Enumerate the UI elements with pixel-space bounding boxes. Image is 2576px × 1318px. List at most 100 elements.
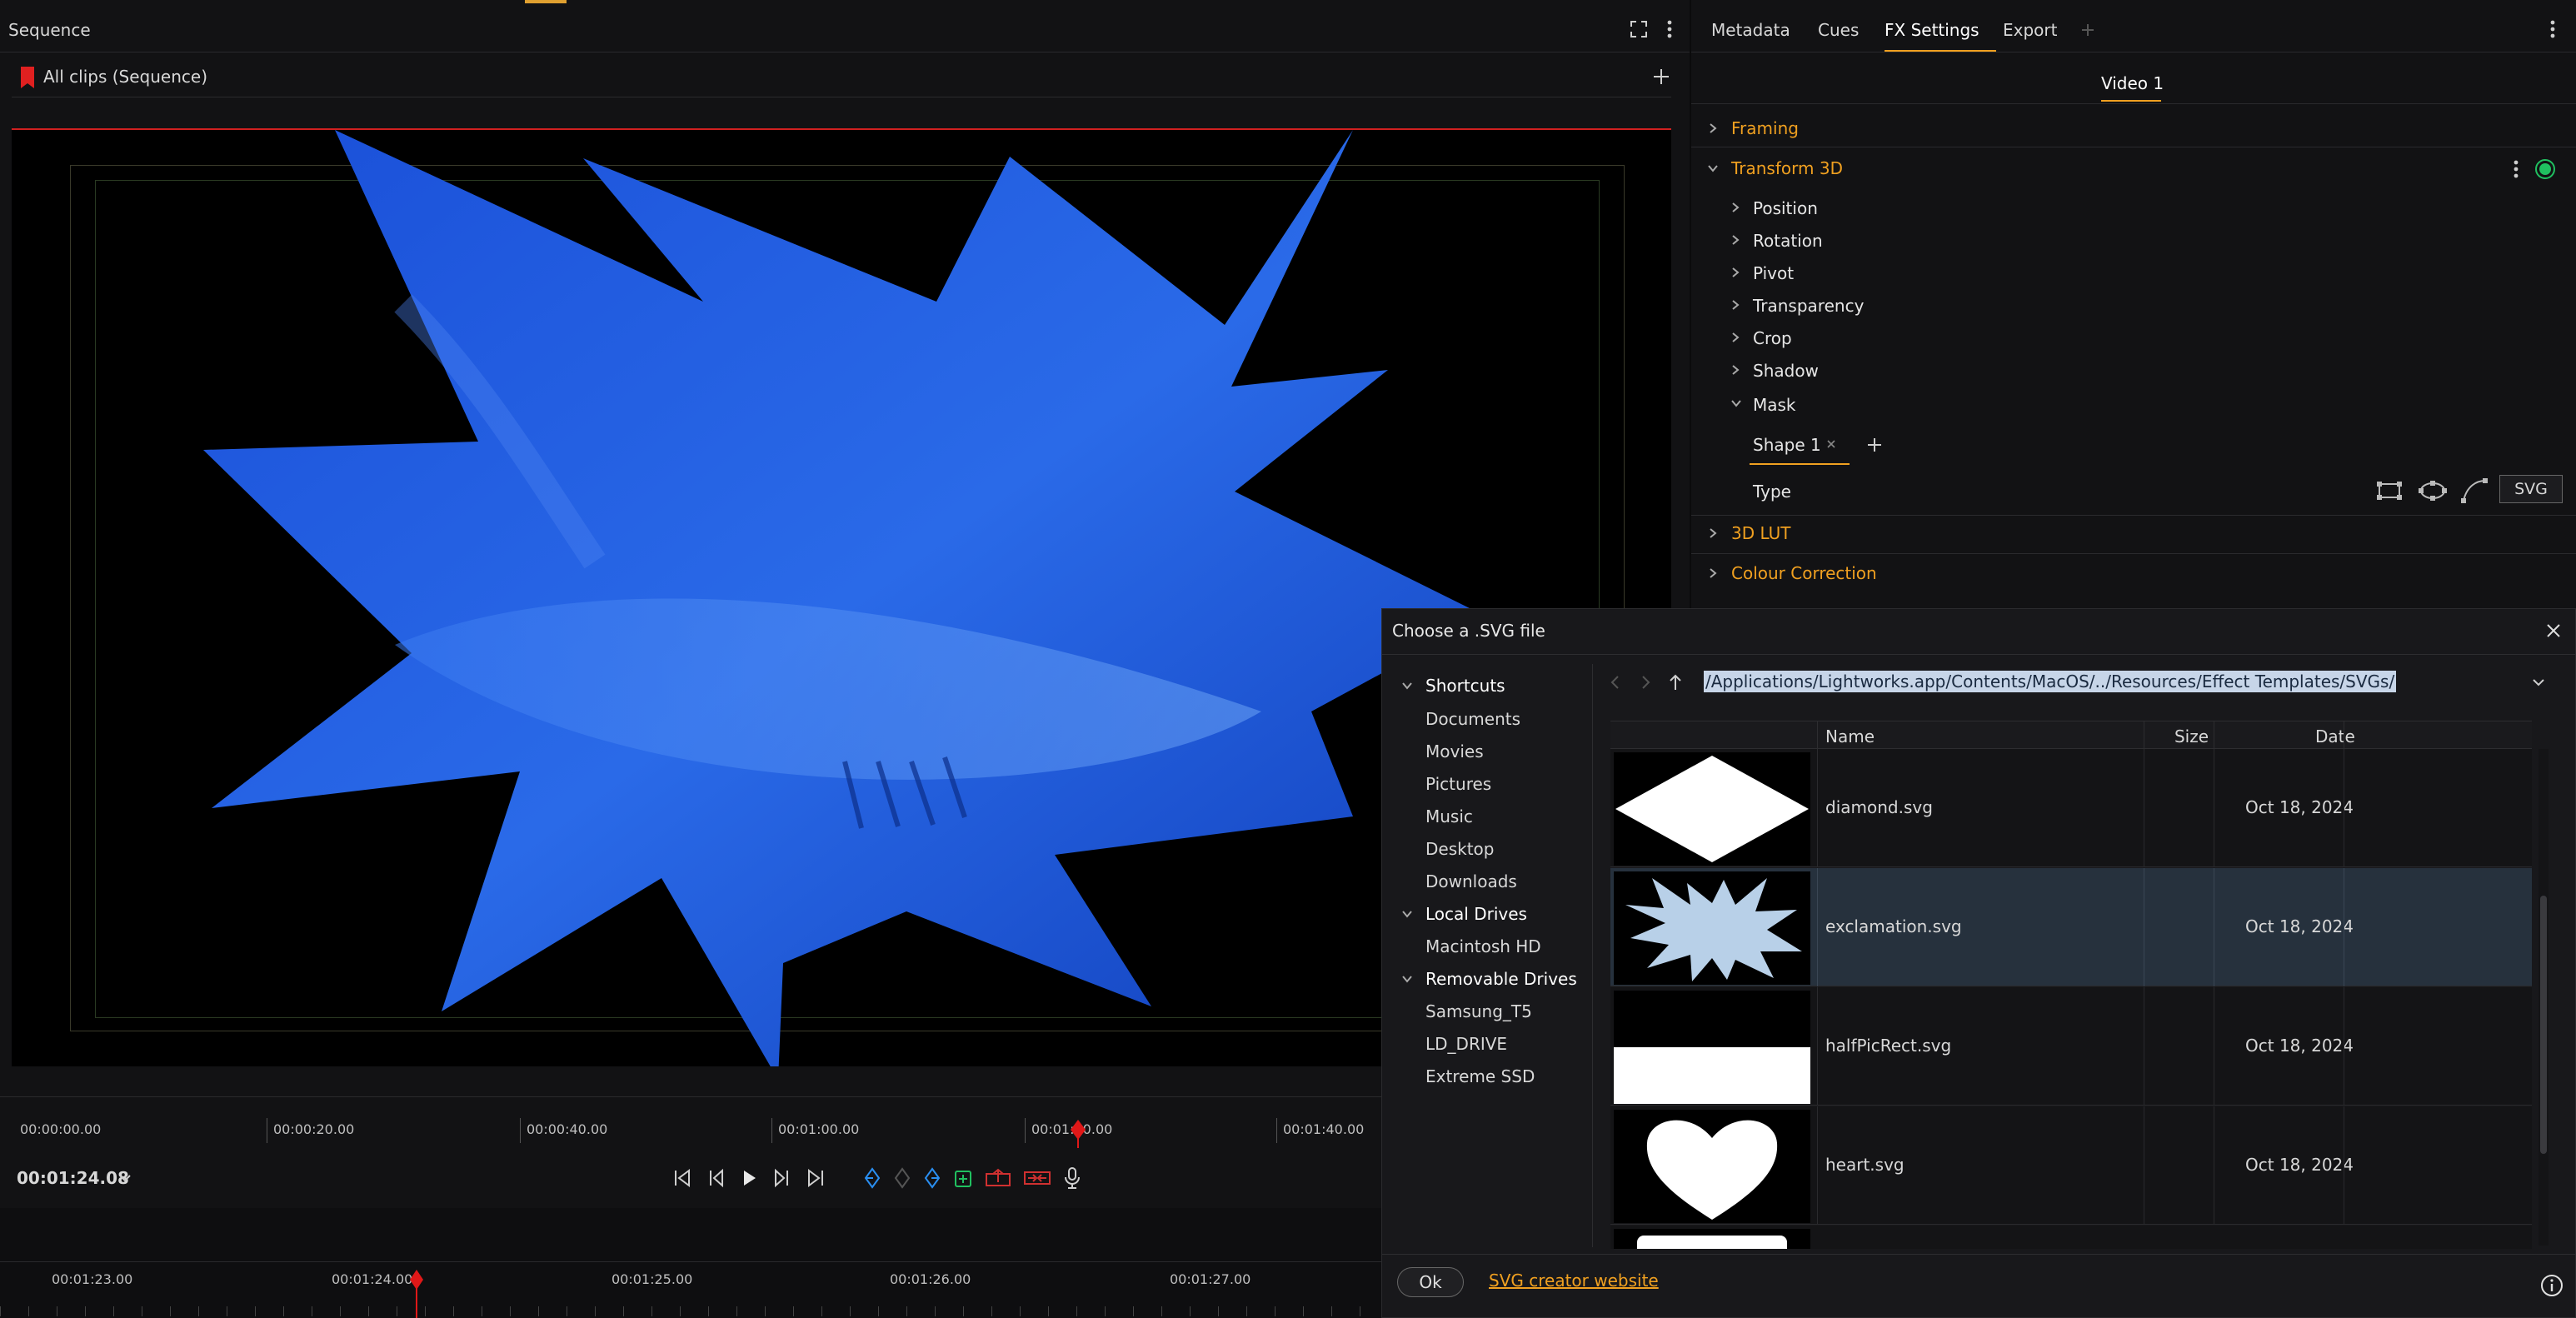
chevron-right-icon[interactable] xyxy=(1706,525,1720,542)
chevron-down-icon[interactable] xyxy=(1400,907,1414,921)
up-arrow-icon[interactable] xyxy=(1667,671,1684,694)
fullscreen-icon[interactable] xyxy=(1628,18,1650,40)
chevron-down-icon[interactable] xyxy=(1730,397,1743,410)
file-name: heart.svg xyxy=(1825,1155,1905,1175)
mark-out-icon[interactable] xyxy=(923,1167,941,1189)
enabled-toggle-icon[interactable] xyxy=(2534,158,2556,180)
tree-item-extreme-ssd[interactable]: Extreme SSD xyxy=(1425,1066,1535,1086)
chevron-down-icon[interactable] xyxy=(1400,679,1414,692)
chevron-right-icon[interactable] xyxy=(1730,297,1741,312)
timeline-playhead-icon[interactable] xyxy=(408,1270,425,1318)
timecode-display[interactable]: 00:01:24.08 xyxy=(17,1168,129,1188)
scrollbar-track[interactable] xyxy=(2539,749,2549,1246)
bezier-shape-icon[interactable] xyxy=(2459,477,2489,505)
more-vertical-icon[interactable] xyxy=(2509,158,2523,180)
add-cue-icon[interactable] xyxy=(953,1167,973,1189)
item-position[interactable]: Position xyxy=(1753,198,1818,218)
chevron-right-icon[interactable] xyxy=(1730,232,1741,247)
tree-group-shortcuts[interactable]: Shortcuts xyxy=(1425,676,1505,696)
bin-label[interactable]: All clips (Sequence) xyxy=(43,67,207,87)
file-row[interactable]: diamond.svg Oct 18, 2024 xyxy=(1610,749,2532,867)
close-icon[interactable] xyxy=(1825,437,1838,452)
scrollbar-thumb[interactable] xyxy=(2540,896,2547,1154)
tree-item-music[interactable]: Music xyxy=(1425,806,1473,826)
tree-item-ld-drive[interactable]: LD_DRIVE xyxy=(1425,1034,1507,1054)
chevron-right-icon[interactable] xyxy=(1730,265,1741,280)
go-to-end-icon[interactable] xyxy=(805,1167,826,1189)
file-thumbnail xyxy=(1614,752,1810,866)
path-field[interactable]: /Applications/Lightworks.app/Contents/Ma… xyxy=(1704,671,2517,696)
type-label: Type xyxy=(1753,482,1791,502)
item-mask[interactable]: Mask xyxy=(1753,395,1796,415)
chevron-right-icon[interactable] xyxy=(1706,565,1720,582)
tree-group-removable-drives[interactable]: Removable Drives xyxy=(1425,969,1577,989)
info-icon[interactable] xyxy=(2539,1272,2565,1299)
step-back-icon[interactable] xyxy=(705,1167,726,1189)
ruler-tick-label: 00:01:40.00 xyxy=(1283,1121,1365,1137)
back-arrow-icon[interactable] xyxy=(1607,672,1624,692)
more-vertical-icon[interactable] xyxy=(2544,18,2561,40)
chevron-right-icon[interactable] xyxy=(1730,330,1741,345)
svg-creator-website-link[interactable]: SVG creator website xyxy=(1489,1271,1659,1291)
column-date[interactable]: Date xyxy=(2315,726,2355,746)
more-vertical-icon[interactable] xyxy=(1661,18,1678,40)
tree-item-desktop[interactable]: Desktop xyxy=(1425,839,1494,859)
item-transparency[interactable]: Transparency xyxy=(1753,296,1864,316)
tab-export[interactable]: Export xyxy=(2003,20,2057,40)
file-list[interactable]: diamond.svg Oct 18, 2024 exclamation.svg… xyxy=(1610,749,2532,1249)
close-icon[interactable] xyxy=(2542,619,2565,642)
step-forward-icon[interactable] xyxy=(771,1167,793,1189)
mark-in-icon[interactable] xyxy=(863,1167,881,1189)
chevron-down-icon[interactable] xyxy=(117,1170,133,1186)
section-colour-correction[interactable]: Colour Correction xyxy=(1731,563,1877,583)
tree-item-downloads[interactable]: Downloads xyxy=(1425,871,1517,891)
item-shadow[interactable]: Shadow xyxy=(1753,361,1819,381)
add-shape-icon[interactable] xyxy=(1863,433,1886,457)
tab-fx-settings[interactable]: FX Settings xyxy=(1885,20,1979,40)
ellipse-shape-icon[interactable] xyxy=(2418,478,2448,503)
ok-button[interactable]: Ok xyxy=(1397,1267,1464,1297)
item-pivot[interactable]: Pivot xyxy=(1753,263,1794,283)
tree-item-pictures[interactable]: Pictures xyxy=(1425,774,1491,794)
tab-metadata[interactable]: Metadata xyxy=(1711,20,1790,40)
file-row[interactable]: halfPicRect.svg Oct 18, 2024 xyxy=(1610,987,2532,1106)
play-icon[interactable] xyxy=(738,1167,760,1189)
section-transform-3d[interactable]: Transform 3D xyxy=(1731,158,1843,178)
timeline-strip[interactable]: 00:01:23.00 00:01:24.00 00:01:25.00 00:0… xyxy=(0,1208,1383,1318)
column-name[interactable]: Name xyxy=(1825,726,1875,746)
item-rotation[interactable]: Rotation xyxy=(1753,231,1823,251)
extract-icon[interactable] xyxy=(1023,1167,1051,1189)
microphone-icon[interactable] xyxy=(1063,1166,1081,1190)
subtab-video-1[interactable]: Video 1 xyxy=(2101,73,2164,93)
tree-group-local-drives[interactable]: Local Drives xyxy=(1425,904,1527,924)
chevron-right-icon[interactable] xyxy=(1730,362,1741,377)
svg-shape-button[interactable]: SVG xyxy=(2499,475,2563,503)
add-icon[interactable] xyxy=(1650,65,1673,88)
column-size[interactable]: Size xyxy=(2167,726,2209,746)
mark-clip-icon[interactable] xyxy=(893,1167,911,1189)
shape-tab[interactable]: Shape 1 xyxy=(1753,435,1821,455)
chevron-down-icon[interactable] xyxy=(1706,160,1720,177)
chevron-right-icon[interactable] xyxy=(1706,120,1720,137)
file-row-selected[interactable]: exclamation.svg Oct 18, 2024 xyxy=(1610,868,2532,986)
chevron-right-icon[interactable] xyxy=(1730,200,1741,215)
add-tab-icon[interactable] xyxy=(2079,20,2096,40)
tab-cues[interactable]: Cues xyxy=(1818,20,1859,40)
playhead-marker-icon[interactable] xyxy=(1070,1120,1086,1148)
chevron-down-icon[interactable] xyxy=(2529,674,2549,691)
lift-icon[interactable] xyxy=(985,1167,1011,1189)
item-crop[interactable]: Crop xyxy=(1753,328,1792,348)
column-divider xyxy=(1817,749,1818,867)
tree-item-samsung-t5[interactable]: Samsung_T5 xyxy=(1425,1001,1532,1021)
section-3d-lut[interactable]: 3D LUT xyxy=(1731,523,1790,543)
tree-item-macintosh-hd[interactable]: Macintosh HD xyxy=(1425,936,1541,956)
rectangle-shape-icon[interactable] xyxy=(2374,478,2404,503)
tree-item-documents[interactable]: Documents xyxy=(1425,709,1520,729)
forward-arrow-icon[interactable] xyxy=(1637,672,1654,692)
chevron-down-icon[interactable] xyxy=(1400,972,1414,986)
file-row[interactable]: heart.svg Oct 18, 2024 xyxy=(1610,1106,2532,1225)
file-row[interactable] xyxy=(1610,1226,2532,1249)
go-to-start-icon[interactable] xyxy=(671,1167,693,1189)
tree-item-movies[interactable]: Movies xyxy=(1425,741,1484,761)
section-framing[interactable]: Framing xyxy=(1731,118,1799,138)
